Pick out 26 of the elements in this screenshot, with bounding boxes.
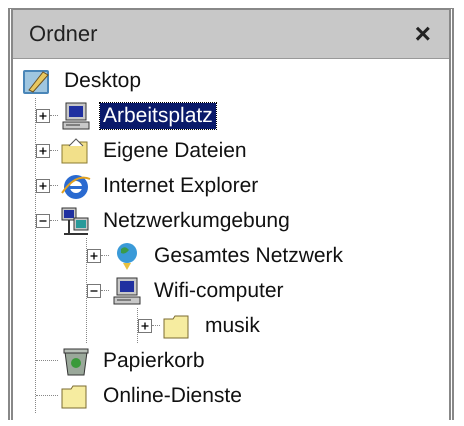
computer-icon [111,276,143,306]
tree-item[interactable]: Wifi-computer [151,278,287,304]
computer-icon [60,100,92,130]
expand-button[interactable] [138,318,152,332]
tree-item[interactable]: Arbeitsplatz [100,102,216,128]
plus-icon [39,146,47,154]
expand-button[interactable] [36,144,50,158]
tree-item[interactable]: musik [202,312,263,338]
tree-item[interactable]: Desktop [61,68,144,94]
tree-item[interactable]: Gesamtes Netzwerk [151,242,346,268]
panel-title: Ordner [29,21,98,47]
close-button[interactable]: × [410,18,435,50]
tree-item[interactable]: Internet Explorer [100,172,262,198]
plus-icon [141,322,149,330]
tree-item[interactable]: Papierkorb [100,348,208,374]
expand-button[interactable] [87,248,101,262]
tree-item[interactable]: Online-Dienste [100,382,245,408]
plus-icon [39,112,47,120]
plus-icon [90,252,98,260]
tree-item[interactable]: Netzwerkumgebung [100,208,293,234]
expand-button[interactable] [36,178,50,192]
collapse-button[interactable] [87,284,101,298]
expand-button[interactable] [36,108,50,122]
collapse-button[interactable] [36,214,50,228]
tree-item[interactable]: Eigene Dateien [100,138,250,164]
plus-icon [39,182,47,190]
